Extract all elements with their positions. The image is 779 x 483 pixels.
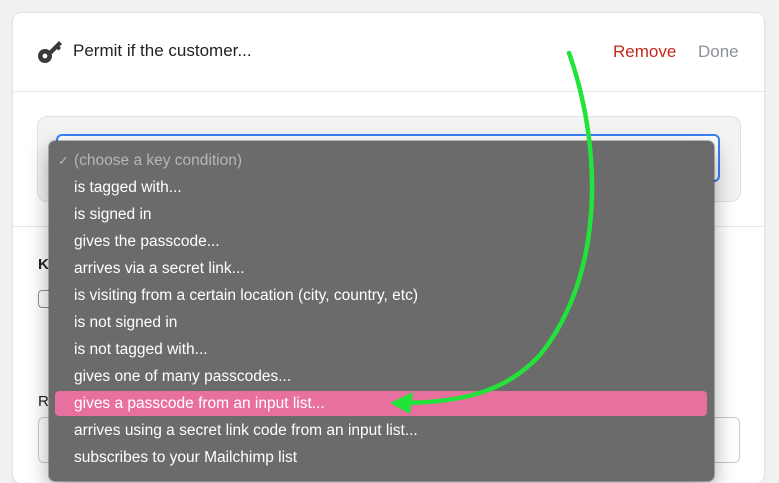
dropdown-option[interactable]: is tagged with... xyxy=(55,175,707,200)
dropdown-option[interactable]: gives a passcode from an input list... xyxy=(55,391,707,416)
dropdown-option-label: is not signed in xyxy=(74,314,178,331)
dropdown-option[interactable]: is not tagged with... xyxy=(55,337,707,362)
dropdown-option-label: arrives via a secret link... xyxy=(74,260,245,277)
field-label: R xyxy=(38,393,49,410)
dropdown-option[interactable]: gives the passcode... xyxy=(55,229,707,254)
dropdown-option[interactable]: is not signed in xyxy=(55,310,707,335)
dropdown-option-label: gives one of many passcodes... xyxy=(74,368,292,385)
dropdown-option-label: subscribes to your Mailchimp list xyxy=(74,449,298,466)
dropdown-option[interactable]: gives one of many passcodes... xyxy=(55,364,707,389)
dropdown-option-placeholder[interactable]: ✓ (choose a key condition) xyxy=(55,148,707,173)
done-button[interactable]: Done xyxy=(698,42,739,62)
dropdown-option-label: (choose a key condition) xyxy=(74,152,243,169)
dropdown-option[interactable]: arrives via a secret link... xyxy=(55,256,707,281)
key-icon xyxy=(38,41,62,63)
dropdown-option-label: is signed in xyxy=(74,206,152,223)
remove-button[interactable]: Remove xyxy=(613,42,676,62)
page-title: Permit if the customer... xyxy=(73,41,252,60)
dropdown-option-label: is not tagged with... xyxy=(74,341,208,358)
section-label: K xyxy=(38,256,49,273)
checkmark-icon: ✓ xyxy=(58,153,69,168)
dropdown-option[interactable]: is visiting from a certain location (cit… xyxy=(55,283,707,308)
dropdown-option-label: arrives using a secret link code from an… xyxy=(74,422,418,439)
dropdown-option[interactable]: arrives using a secret link code from an… xyxy=(55,418,707,443)
dropdown-option[interactable]: subscribes to your Mailchimp list xyxy=(55,445,707,470)
dropdown-option-label: gives the passcode... xyxy=(74,233,220,250)
card-header: Permit if the customer... Remove Done xyxy=(13,13,764,92)
dropdown-option-label: is visiting from a certain location (cit… xyxy=(74,287,418,304)
dropdown-option-label: gives a passcode from an input list... xyxy=(74,395,325,412)
key-condition-dropdown: ✓ (choose a key condition) is tagged with.… xyxy=(49,141,714,481)
dropdown-option[interactable]: is signed in xyxy=(55,202,707,227)
dropdown-option-label: is tagged with... xyxy=(74,179,182,196)
